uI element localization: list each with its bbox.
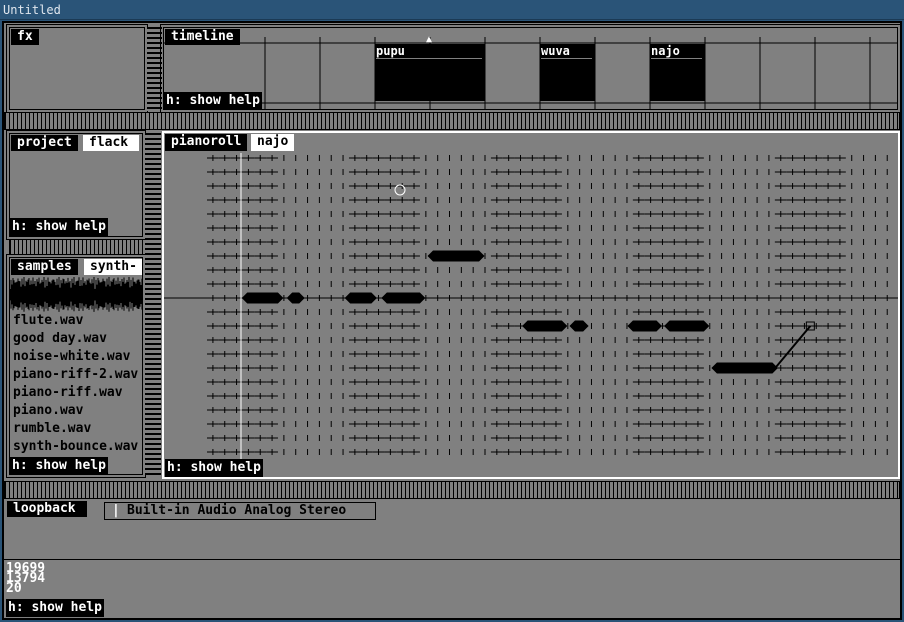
playhead-marker-icon[interactable]: ▲ xyxy=(426,34,432,45)
sample-item[interactable]: good day.wav xyxy=(10,330,142,348)
timeline-clip[interactable]: pupu xyxy=(375,44,485,101)
clip-name: pupu xyxy=(376,44,482,59)
window-title: Untitled xyxy=(0,0,904,20)
sample-item[interactable]: noise-white.wav xyxy=(10,348,142,366)
timeline-help: h: show help xyxy=(164,92,262,109)
audio-stats: 19699 13794 20 xyxy=(6,562,45,595)
pianoroll-note xyxy=(711,362,778,374)
fx-label: fx xyxy=(11,29,39,45)
audio-help: h: show help xyxy=(6,599,104,617)
samples-panel[interactable]: samples synth- flute.wav good day.wav nois… xyxy=(6,254,146,478)
sample-item[interactable]: piano-riff.wav xyxy=(10,384,142,402)
pianoroll-note xyxy=(569,320,589,332)
timeline-label: timeline xyxy=(165,29,240,45)
divider xyxy=(4,559,900,560)
pianoroll-clip-name[interactable]: najo xyxy=(251,134,295,151)
project-panel[interactable]: project flack h: show help xyxy=(6,130,146,240)
timeline-clip[interactable]: wuva xyxy=(540,44,595,101)
timeline-clip[interactable]: najo xyxy=(650,44,705,101)
audio-device-name: Built-in Audio Analog Stereo xyxy=(127,503,347,518)
samples-label: samples xyxy=(11,259,78,275)
pianoroll-note xyxy=(381,292,426,304)
pianoroll-note xyxy=(427,250,485,262)
text-cursor: | xyxy=(112,503,120,518)
clip-name: najo xyxy=(651,44,702,59)
pianoroll-label: pianoroll xyxy=(165,134,248,151)
loopback-label: loopback xyxy=(7,501,87,517)
clip-name: wuva xyxy=(541,44,592,59)
pianoroll-note xyxy=(286,292,305,304)
pianoroll-slide xyxy=(774,325,812,369)
waveform-preview xyxy=(10,277,142,312)
samples-help: h: show help xyxy=(10,457,108,474)
sample-item[interactable]: piano-riff-2.wav xyxy=(10,366,142,384)
sample-item[interactable]: rumble.wav xyxy=(10,420,142,438)
project-help: h: show help xyxy=(10,218,108,236)
pianoroll-help: h: show help xyxy=(165,459,263,477)
timeline-grid xyxy=(164,37,897,109)
sample-item[interactable]: flute.wav xyxy=(10,312,142,330)
sample-list: flute.wav good day.wav noise-white.wav pian… xyxy=(10,312,142,474)
pianoroll-note xyxy=(241,292,284,304)
pianoroll-note xyxy=(522,320,568,332)
pianoroll-grid[interactable] xyxy=(164,133,898,477)
splitter-horizontal-bottom[interactable] xyxy=(4,481,900,499)
sample-item[interactable]: piano.wav xyxy=(10,402,142,420)
splitter-vertical-top[interactable] xyxy=(147,27,162,111)
pianoroll-note xyxy=(627,320,662,332)
splitter-vertical-main[interactable] xyxy=(145,133,161,475)
pianoroll-note xyxy=(344,292,377,304)
sample-item[interactable]: synth-bounce.wav xyxy=(10,438,142,456)
timeline-panel[interactable]: timeline pupu wuva najo h: show help ▲ xyxy=(160,24,901,113)
project-name[interactable]: flack xyxy=(83,135,139,151)
app-body: fx timeline pupu wuva najo h: show help ▲ … xyxy=(2,21,902,620)
splitter-left[interactable] xyxy=(9,239,143,255)
samples-tab-synth[interactable]: synth- xyxy=(84,259,142,275)
fx-panel[interactable]: fx xyxy=(6,24,148,113)
audio-device-select[interactable]: | Built-in Audio Analog Stereo xyxy=(104,502,376,520)
pianoroll-note xyxy=(664,320,710,332)
splitter-horizontal-top[interactable] xyxy=(4,112,900,130)
waveform xyxy=(10,277,142,312)
project-label: project xyxy=(11,135,78,151)
pianoroll-panel[interactable]: pianoroll najo h: show help xyxy=(162,131,900,479)
